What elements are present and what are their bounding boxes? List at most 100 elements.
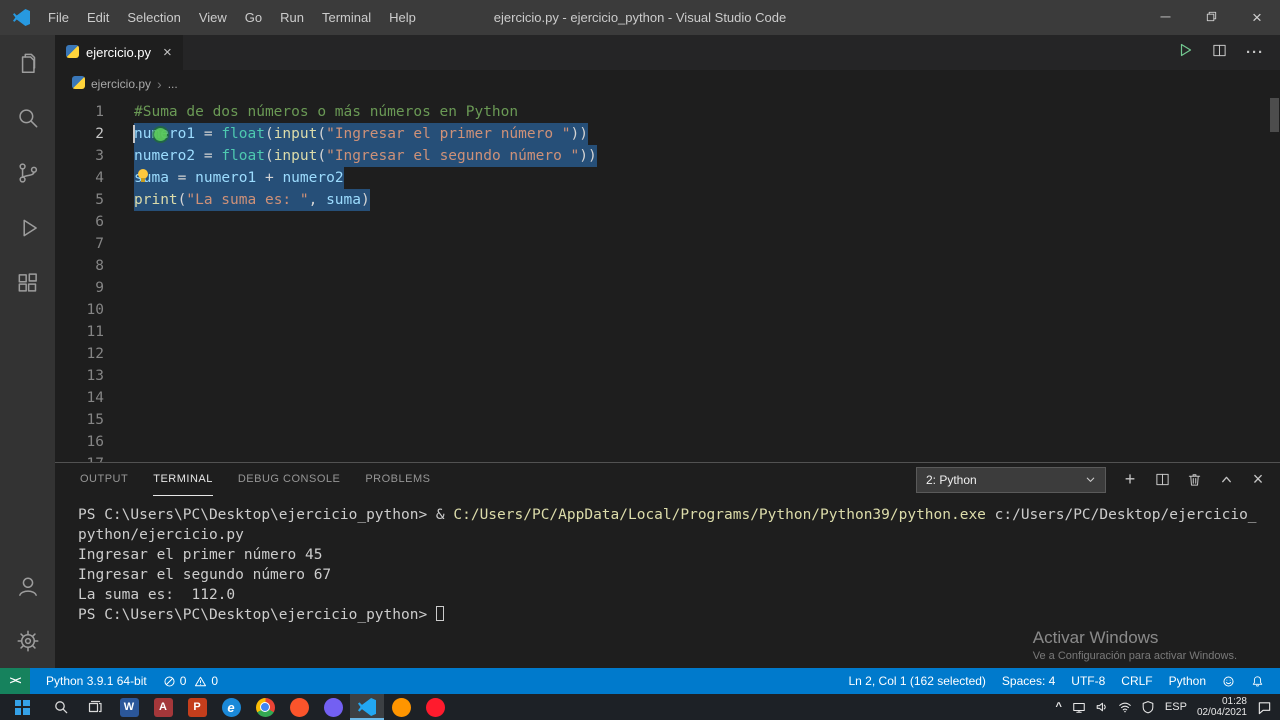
tab-ejercicio-py[interactable]: ejercicio.py × xyxy=(55,35,183,70)
taskbar-vscode-icon[interactable] xyxy=(350,694,384,720)
indentation[interactable]: Spaces: 4 xyxy=(994,674,1063,688)
code-line[interactable]: 13 xyxy=(55,365,1280,387)
code-line[interactable]: 9 xyxy=(55,277,1280,299)
start-button[interactable] xyxy=(0,694,44,720)
menu-selection[interactable]: Selection xyxy=(118,0,189,35)
terminal-content[interactable]: PS C:\Users\PC\Desktop\ejercicio_python>… xyxy=(55,496,1280,625)
code-editor[interactable]: 1#Suma de dos números o más números en P… xyxy=(55,98,1280,462)
close-panel-button[interactable]: × xyxy=(1250,469,1266,490)
editor-scrollbar[interactable] xyxy=(1270,98,1279,132)
code-text: suma = numero1 + numero2 xyxy=(134,167,344,189)
taskbar-task-view-icon[interactable] xyxy=(78,694,112,720)
code-line[interactable]: 17 xyxy=(55,453,1280,462)
menu-run[interactable]: Run xyxy=(271,0,313,35)
close-icon: × xyxy=(1252,9,1262,26)
taskbar-access-icon[interactable]: A xyxy=(146,694,180,720)
line-number: 15 xyxy=(55,409,104,431)
feedback-icon[interactable] xyxy=(1214,675,1243,688)
activitybar-explorer[interactable] xyxy=(0,35,55,90)
code-line[interactable]: 6 xyxy=(55,211,1280,233)
kill-terminal-button[interactable] xyxy=(1186,472,1202,487)
new-terminal-button[interactable]: + xyxy=(1122,469,1138,490)
click-highlight xyxy=(154,128,167,141)
remote-indicator[interactable]: >< xyxy=(0,668,30,694)
activitybar-source-control[interactable] xyxy=(0,145,55,200)
taskbar-search-icon[interactable] xyxy=(44,694,78,720)
network-icon[interactable] xyxy=(1118,700,1132,714)
problems-status[interactable]: 0 0 xyxy=(155,674,226,688)
menu-go[interactable]: Go xyxy=(236,0,271,35)
breadcrumb-more[interactable]: ... xyxy=(168,77,178,91)
cursor-position[interactable]: Ln 2, Col 1 (162 selected) xyxy=(841,674,994,688)
activate-windows-watermark: Activar Windows Ve a Configuración para … xyxy=(1033,628,1237,662)
panel-tab-terminal[interactable]: TERMINAL xyxy=(153,463,213,496)
language-indicator[interactable]: ESP xyxy=(1165,701,1187,713)
display-icon[interactable] xyxy=(1072,700,1086,714)
system-tray: ^ ESP 01:28 02/04/2021 xyxy=(1055,696,1280,718)
taskbar-opera-icon[interactable] xyxy=(418,694,452,720)
taskbar-clock[interactable]: 01:28 02/04/2021 xyxy=(1197,696,1247,718)
code-line[interactable]: 1#Suma de dos números o más números en P… xyxy=(55,101,1280,123)
taskbar-brave-icon[interactable] xyxy=(282,694,316,720)
menu-terminal[interactable]: Terminal xyxy=(313,0,380,35)
menu-help[interactable]: Help xyxy=(380,0,425,35)
python-interpreter[interactable]: Python 3.9.1 64-bit xyxy=(38,674,155,688)
taskbar-chrome-icon[interactable] xyxy=(248,694,282,720)
menu-file[interactable]: File xyxy=(39,0,78,35)
shield-icon[interactable] xyxy=(1141,700,1155,714)
language-mode[interactable]: Python xyxy=(1161,674,1214,688)
close-button[interactable]: × xyxy=(1234,0,1280,35)
taskbar-word-icon[interactable]: W xyxy=(112,694,146,720)
panel-tab-problems[interactable]: PROBLEMS xyxy=(365,463,430,496)
code-line[interactable]: 16 xyxy=(55,431,1280,453)
panel-tab-output[interactable]: OUTPUT xyxy=(80,463,128,496)
run-button[interactable] xyxy=(1177,42,1193,63)
code-line[interactable]: 3numero2 = float(input("Ingresar el segu… xyxy=(55,145,1280,167)
code-line[interactable]: 8 xyxy=(55,255,1280,277)
notifications-bell-icon[interactable] xyxy=(1243,675,1272,688)
taskbar-firefox-icon[interactable] xyxy=(384,694,418,720)
encoding[interactable]: UTF-8 xyxy=(1063,674,1113,688)
code-line[interactable]: 2numero1 = float(input("Ingresar el prim… xyxy=(55,123,1280,145)
taskbar-viber-icon[interactable] xyxy=(316,694,350,720)
code-line[interactable]: 5print("La suma es: ", suma) xyxy=(55,189,1280,211)
more-actions-button[interactable]: ··· xyxy=(1246,44,1264,61)
activitybar-settings[interactable] xyxy=(0,613,55,668)
menu-bar: FileEditSelectionViewGoRunTerminalHelp xyxy=(39,0,425,35)
clock-time: 01:28 xyxy=(1197,696,1247,707)
volume-icon[interactable] xyxy=(1095,700,1109,714)
panel-tab-debug-console[interactable]: DEBUG CONSOLE xyxy=(238,463,340,496)
code-line[interactable]: 11 xyxy=(55,321,1280,343)
python-icon xyxy=(66,45,79,61)
breadcrumb-file[interactable]: ejercicio.py xyxy=(91,77,151,91)
restore-icon xyxy=(1205,10,1218,26)
close-icon[interactable]: × xyxy=(163,45,172,60)
activitybar-search[interactable] xyxy=(0,90,55,145)
code-line[interactable]: 12 xyxy=(55,343,1280,365)
lightbulb-icon[interactable] xyxy=(138,169,148,179)
tab-bar: ejercicio.py × ··· xyxy=(55,35,1280,70)
code-line[interactable]: 7 xyxy=(55,233,1280,255)
code-text: numero2 = float(input("Ingresar el segun… xyxy=(134,145,597,167)
taskbar-edge-icon[interactable]: e xyxy=(214,694,248,720)
action-center-icon[interactable] xyxy=(1257,700,1272,715)
activitybar-run-debug[interactable] xyxy=(0,200,55,255)
activitybar-account[interactable] xyxy=(0,558,55,613)
split-editor-button[interactable] xyxy=(1212,43,1227,63)
tray-expand-icon[interactable]: ^ xyxy=(1055,701,1061,713)
minimize-button[interactable] xyxy=(1142,0,1188,35)
code-line[interactable]: 10 xyxy=(55,299,1280,321)
menu-view[interactable]: View xyxy=(190,0,236,35)
activitybar-extensions[interactable] xyxy=(0,255,55,310)
search-icon xyxy=(15,105,41,131)
eol-selector[interactable]: CRLF xyxy=(1113,674,1160,688)
taskbar-powerpoint-icon[interactable]: P xyxy=(180,694,214,720)
maximize-panel-button[interactable] xyxy=(1218,473,1234,486)
code-line[interactable]: 4suma = numero1 + numero2 xyxy=(55,167,1280,189)
restore-button[interactable] xyxy=(1188,0,1234,35)
menu-edit[interactable]: Edit xyxy=(78,0,118,35)
terminal-picker[interactable]: 2: Python xyxy=(916,467,1106,493)
code-line[interactable]: 15 xyxy=(55,409,1280,431)
code-line[interactable]: 14 xyxy=(55,387,1280,409)
split-terminal-button[interactable] xyxy=(1154,472,1170,487)
